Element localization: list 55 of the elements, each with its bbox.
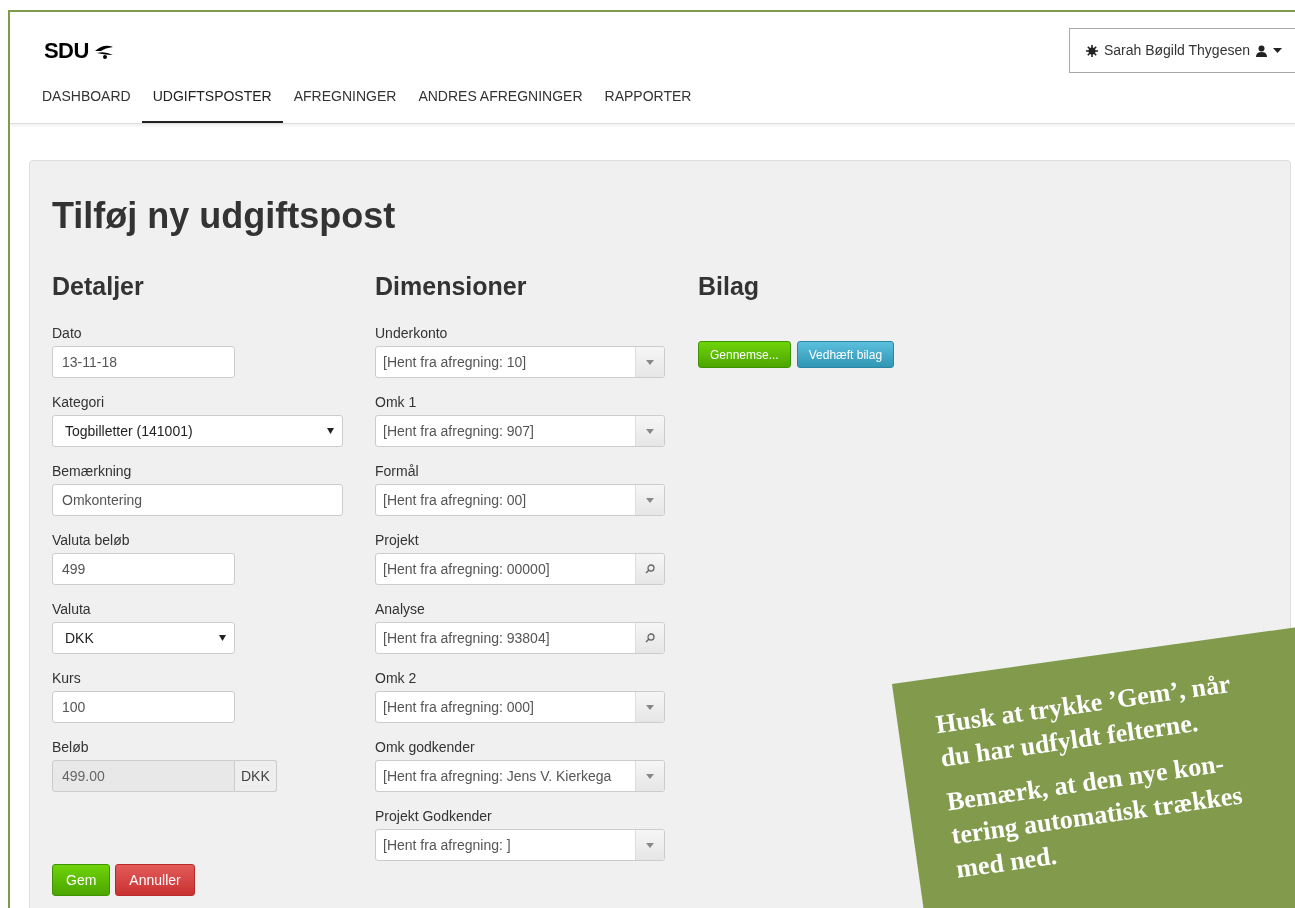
field-label: Beløb (52, 738, 90, 757)
combo-field[interactable]: [Hent fra afregning: Jens V. Kierkega (375, 760, 665, 792)
user-menu-button[interactable]: Sarah Bøgild Thygesen (1068, 28, 1295, 73)
field-label: Underkonto (375, 324, 449, 343)
caret-icon (646, 773, 654, 779)
field-label: Omk 2 (375, 669, 418, 688)
caret-icon (646, 497, 654, 503)
field-label: Valuta beløb (52, 531, 131, 550)
input-field[interactable]: Omkontering (52, 484, 343, 516)
section-heading: Bilag (698, 271, 761, 301)
select-field[interactable]: DKK (52, 622, 235, 654)
combo-field[interactable]: [Hent fra afregning: 000] (375, 691, 665, 723)
caret-icon (646, 842, 654, 848)
input-field[interactable]: 13-11-18 (52, 346, 235, 378)
combo-field[interactable]: [Hent fra afregning: 00] (375, 484, 665, 516)
field-label: Dato (52, 324, 83, 343)
caret-icon (646, 359, 654, 365)
caret-icon (646, 428, 654, 434)
section-heading: Detaljer (52, 271, 145, 301)
field-label: Analyse (375, 600, 426, 619)
field-label: Omk 1 (375, 393, 418, 412)
field-label: Formål (375, 462, 420, 481)
gear-icon (1085, 44, 1098, 57)
field-label: Omk godkender (375, 738, 476, 757)
lookup-field[interactable]: [Hent fra afregning: 93804] (375, 622, 665, 654)
search-icon (645, 633, 655, 643)
section-heading: Dimensioner (375, 271, 528, 301)
input-field[interactable]: 499 (52, 553, 235, 585)
combo-field[interactable]: [Hent fra afregning: 907] (375, 415, 665, 447)
field-label: Kurs (52, 669, 82, 688)
input-field[interactable]: 100 (52, 691, 235, 723)
search-icon (645, 564, 655, 574)
field-label: Projekt Godkender (375, 807, 493, 826)
select-field[interactable]: Togbilletter (141001) (52, 415, 343, 447)
caret-icon (1273, 48, 1282, 53)
currency-addon: DKK (235, 760, 277, 792)
field-label: Kategori (52, 393, 106, 412)
page-title: Tilføj ny udgiftspost (52, 194, 397, 238)
nav-tab[interactable]: AFREGNINGER (282, 82, 408, 123)
caret-icon (327, 428, 334, 434)
combo-field[interactable]: [Hent fra afregning: ] (375, 829, 665, 861)
field-label: Bemærkning (52, 462, 133, 481)
field-label: Projekt (375, 531, 420, 550)
lookup-field[interactable]: [Hent fra afregning: 00000] (375, 553, 665, 585)
nav-tab[interactable]: ANDRES AFREGNINGER (407, 82, 594, 123)
user-icon (1256, 44, 1267, 57)
logo-text: SDU (44, 37, 89, 65)
field-label: Valuta (52, 600, 92, 619)
nav-tab[interactable]: UDGIFTSPOSTER (141, 82, 283, 123)
action-button[interactable]: Annuller (115, 864, 195, 896)
nav-tab[interactable]: RAPPORTER (593, 82, 703, 123)
nav-tab[interactable]: DASHBOARD (31, 82, 142, 123)
caret-icon (646, 704, 654, 710)
combo-field[interactable]: [Hent fra afregning: 10] (375, 346, 665, 378)
caret-icon (219, 635, 226, 641)
